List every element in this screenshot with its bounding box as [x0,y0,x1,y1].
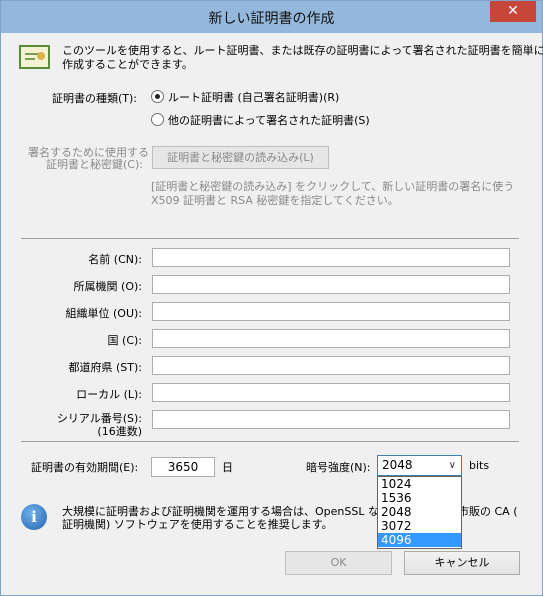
info-text-line1-right: 市販の CA ( [458,505,518,518]
info-text-line2: 証明機関) ソフトウェアを使用することを推奨します。 [62,518,333,531]
load-cert-button[interactable]: 証明書と秘密鍵の読み込み(L) [152,146,329,169]
dialog-content: このツールを使用すると、ルート証明書、または既存の証明書によって署名された証明書… [9,33,543,589]
o-input[interactable] [152,275,510,294]
key-strength-label: 暗号強度(N): [306,461,371,474]
intro-text-line2: 作成することができます。 [62,58,193,71]
ou-input[interactable] [152,302,510,321]
close-button[interactable]: ✕ [490,1,536,22]
title-bar[interactable]: 新しい証明書の作成 ✕ [1,1,542,33]
validity-days-input[interactable]: 3650 [151,457,215,477]
dropdown-option-highlighted[interactable]: 4096 [378,533,461,547]
certificate-icon [19,45,50,69]
field-label-l: ローカル (L): [76,388,142,401]
separator [21,441,519,442]
serial-input[interactable] [152,410,510,429]
chevron-down-icon[interactable]: ∨ [449,456,456,475]
dropdown-option[interactable]: 2048 [378,505,461,519]
dropdown-option[interactable]: 1536 [378,491,461,505]
ok-button[interactable]: OK [285,551,392,575]
radio-button-checked[interactable] [151,90,164,103]
dropdown-option[interactable]: 3072 [378,519,461,533]
field-label-ou: 組織単位 (OU): [65,307,143,320]
key-strength-unit: bits [469,459,490,472]
field-label-o: 所属機関 (O): [73,280,142,293]
l-input[interactable] [152,383,510,402]
field-label-st: 都道府県 (ST): [68,361,143,374]
signing-label-line2: 証明書と秘密鍵(C): [46,158,143,171]
cert-type-label: 証明書の種類(T): [52,92,138,105]
c-input[interactable] [152,329,510,348]
field-label-cn: 名前 (CN): [88,253,142,266]
radio-root-cert-label: ルート証明書 (自己署名証明書)(R) [168,91,340,104]
signing-hint-line2: X509 証明書と RSA 秘密鍵を指定してください。 [151,194,399,207]
st-input[interactable] [152,356,510,375]
key-strength-value: 2048 [382,458,413,472]
radio-signed-cert[interactable]: 他の証明書によって署名された証明書(S) [151,112,370,128]
key-strength-dropdown[interactable]: 1024 1536 2048 3072 4096 [377,476,462,549]
field-label-c: 国 (C): [107,334,142,347]
radio-root-cert[interactable]: ルート証明書 (自己署名証明書)(R) [151,89,339,105]
info-icon: i [21,504,47,530]
dropdown-option[interactable]: 1024 [378,477,461,491]
radio-button[interactable] [151,113,164,126]
key-strength-select[interactable]: 2048 ∨ [377,455,462,476]
radio-signed-cert-label: 他の証明書によって署名された証明書(S) [168,114,370,127]
validity-label: 証明書の有効期間(E): [31,461,139,474]
dialog-window: 新しい証明書の作成 ✕ このツールを使用すると、ルート証明書、または既存の証明書… [0,0,543,596]
cn-input[interactable] [152,248,510,267]
validity-unit: 日 [222,461,233,474]
cancel-button[interactable]: キャンセル [404,551,520,575]
window-title: 新しい証明書の作成 [208,11,335,27]
field-label-serial-hex: (16進数) [97,425,142,438]
separator [21,238,519,239]
